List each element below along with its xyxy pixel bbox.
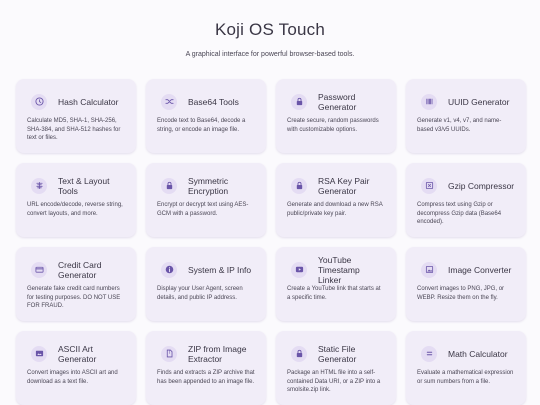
tool-card-header: Symmetric Encryption: [157, 175, 255, 196]
image-icon: [421, 261, 437, 278]
tool-description: URL encode/decode, reverse string, conve…: [27, 202, 123, 217]
tool-card-header: Base64 Tools: [157, 91, 255, 112]
tool-card-header: Password Generator: [287, 91, 385, 112]
tool-description: Encode text to Base64, decode a string, …: [157, 118, 246, 133]
page-title: Koji OS Touch: [214, 20, 325, 39]
tool-description: Compress text using Gzip or decompress G…: [417, 202, 502, 225]
tool-title: System & IP Info: [188, 264, 252, 275]
lock-icon: [291, 93, 307, 110]
tool-description: Create secure, random passwords with cus…: [287, 118, 379, 133]
tool-card-header: Image Converter: [417, 259, 515, 280]
tool-description: Calculate MD5, SHA-1, SHA-256, SHA-384, …: [27, 118, 121, 141]
tool-description: Finds and extracts a ZIP archive that ha…: [157, 370, 255, 385]
tool-card-hash-calculator[interactable]: Hash Calculator Calculate MD5, SHA-1, SH…: [16, 79, 136, 153]
tool-card-header: Text & Layout Tools: [27, 175, 125, 196]
tool-card-password-generator[interactable]: Password Generator Create secure, random…: [276, 79, 396, 153]
tool-title: Text & Layout Tools: [58, 175, 110, 196]
tool-title: Hash Calculator: [58, 96, 119, 107]
tool-card-math-calculator[interactable]: Math Calculator Evaluate a mathematical …: [406, 331, 526, 405]
tool-card-header: UUID Generator: [417, 91, 515, 112]
tool-description: Display your User Agent, screen details,…: [157, 286, 243, 301]
lock-icon: [161, 177, 177, 194]
info-icon: [161, 261, 177, 278]
tool-card-header: ZIP from Image Extractor: [157, 343, 255, 364]
tool-grid: Hash Calculator Calculate MD5, SHA-1, SH…: [16, 79, 526, 405]
app-page: Koji OS Touch A graphical interface for …: [0, 0, 540, 405]
tool-title: Symmetric Encryption: [188, 175, 229, 196]
page-subtitle: A graphical interface for powerful brows…: [185, 51, 355, 58]
tool-card-header: Credit Card Generator: [27, 259, 125, 280]
tool-description: Generate fake credit card numbers for te…: [27, 286, 121, 309]
tool-card-header: YouTube Timestamp Linker: [287, 255, 385, 285]
zip-file-icon: [161, 345, 177, 362]
tool-title: ASCII Art Generator: [58, 343, 97, 364]
tool-description: Evaluate a mathematical expression or su…: [417, 370, 514, 385]
tool-card-credit-card-generator[interactable]: Credit Card Generator Generate fake cred…: [16, 247, 136, 321]
tool-description: Convert images to PNG, JPG, or WEBP. Res…: [417, 286, 505, 301]
tool-card-header: System & IP Info: [157, 259, 255, 280]
tool-card-header: ASCII Art Generator: [27, 343, 125, 364]
tool-card-header: Hash Calculator: [27, 91, 125, 112]
play-icon: [291, 261, 307, 278]
tool-title: Image Converter: [448, 264, 512, 275]
tool-card-text-layout-tools[interactable]: Text & Layout Tools URL encode/decode, r…: [16, 163, 136, 237]
tool-title: Math Calculator: [448, 348, 508, 359]
tool-description: Encrypt or decrypt text using AES-GCM wi…: [157, 202, 249, 217]
tool-title: Password Generator: [318, 91, 357, 112]
credit-card-icon: [31, 261, 47, 278]
tool-card-gzip-compressor[interactable]: Gzip Compressor Compress text using Gzip…: [406, 163, 526, 237]
tool-title: Static File Generator: [318, 343, 357, 364]
tool-card-rsa-key-pair-generator[interactable]: RSA Key Pair Generator Generate and down…: [276, 163, 396, 237]
tool-card-header: Gzip Compressor: [417, 175, 515, 196]
shuffle-icon: [161, 93, 177, 110]
tool-title: Base64 Tools: [188, 96, 239, 107]
tool-card-youtube-timestamp-linker[interactable]: YouTube Timestamp Linker Create a YouTub…: [276, 247, 396, 321]
ascii-art-icon: [31, 345, 47, 362]
tool-card-symmetric-encryption[interactable]: Symmetric Encryption Encrypt or decrypt …: [146, 163, 266, 237]
tool-card-uuid-generator[interactable]: UUID Generator Generate v1, v4, v7, and …: [406, 79, 526, 153]
tool-card-ascii-art-generator[interactable]: ASCII Art Generator Convert images into …: [16, 331, 136, 405]
tool-description: Package an HTML file into a self-contain…: [287, 370, 381, 393]
tool-title: Credit Card Generator: [58, 259, 102, 280]
tool-description: Convert images into ASCII art and downlo…: [27, 370, 118, 385]
tool-title: UUID Generator: [448, 96, 510, 107]
clock-icon: [31, 93, 47, 110]
tool-card-header: RSA Key Pair Generator: [287, 175, 385, 196]
text-align-icon: [31, 177, 47, 194]
tool-title: ZIP from Image Extractor: [188, 343, 247, 364]
lock-icon: [291, 177, 307, 194]
tool-card-system-ip-info[interactable]: System & IP Info Display your User Agent…: [146, 247, 266, 321]
tool-description: Create a YouTube link that starts at a s…: [287, 286, 381, 301]
barcode-icon: [421, 93, 437, 110]
compress-icon: [421, 177, 437, 194]
tool-card-header: Math Calculator: [417, 343, 515, 364]
tool-title: YouTube Timestamp Linker: [318, 254, 360, 285]
tool-description: Generate and download a new RSA public/p…: [287, 202, 383, 217]
tool-title: RSA Key Pair Generator: [318, 175, 370, 196]
tool-card-base64-tools[interactable]: Base64 Tools Encode text to Base64, deco…: [146, 79, 266, 153]
tool-description: Generate v1, v4, v7, and name-based v3/v…: [417, 118, 502, 133]
equals-icon: [421, 345, 437, 362]
tool-card-static-file-generator[interactable]: Static File Generator Package an HTML fi…: [276, 331, 396, 405]
lock-icon: [291, 345, 307, 362]
tool-title: Gzip Compressor: [448, 180, 515, 191]
tool-card-header: Static File Generator: [287, 343, 385, 364]
tool-card-zip-from-image-extractor[interactable]: ZIP from Image Extractor Finds and extra…: [146, 331, 266, 405]
tool-card-image-converter[interactable]: Image Converter Convert images to PNG, J…: [406, 247, 526, 321]
